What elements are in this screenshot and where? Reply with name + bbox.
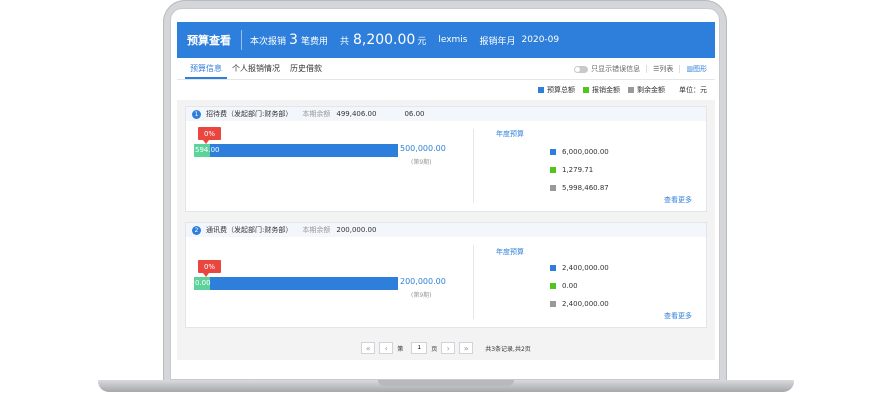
budget-card: 2 通讯费（发起部门:财务部） 本期余额 200,000.00 0% 0.00 … [185, 222, 707, 328]
annual-budget-label: 年度预算 [496, 130, 524, 138]
report-suffix: 笔费用 [300, 36, 328, 47]
last-page-button[interactable]: » [459, 342, 474, 354]
record-info: 共3条记录,共2页 [485, 345, 531, 353]
tab-loan-history[interactable]: 历史借款 [285, 63, 327, 79]
user-name: lexmis [438, 35, 468, 45]
period-label: 报销年月 [479, 36, 516, 47]
total-unit: 元 [417, 36, 427, 47]
report-prefix: 本次报销 [250, 36, 287, 47]
chart-view-icon[interactable]: ▥ [686, 65, 693, 73]
total-swatch [550, 265, 556, 271]
page-title: 预算查看 [187, 34, 231, 47]
error-only-label: 只显示错误信息 [591, 65, 641, 73]
view-more-link[interactable]: 查看更多 [664, 195, 692, 205]
remaining-swatch [550, 185, 556, 191]
budget-bar: 594.00 [194, 144, 398, 157]
tab-bar: 预算信息 个人报销情况 历史借款 只显示错误信息 ☰ 列表 ▥ 图形 [177, 58, 715, 80]
page-suffix: 页 [431, 345, 438, 353]
annual-remaining-value: 5,998,460.87 [562, 184, 609, 192]
annual-remaining: 2,400,000.00 [550, 300, 609, 308]
report-count: 3 [289, 32, 298, 48]
balance-label: 本期余额 [302, 110, 331, 118]
reimbursed-swatch [550, 167, 556, 173]
first-page-button[interactable]: « [361, 342, 376, 354]
total-swatch [550, 149, 556, 155]
budget-app: 预算查看 本次报销 3 笔费用 共 8,200.00 元 lexmis 报销年月… [177, 22, 715, 360]
balance-label: 本期余额 [302, 226, 331, 234]
legend-total-swatch [538, 87, 544, 93]
card-index: 1 [192, 109, 201, 119]
toolbar-divider [646, 65, 648, 73]
card-header: 1 招待费（发起部门:财务部） 本期余额 499,406.00 06.00 [186, 107, 706, 121]
card-body: 0% 0.00 200,000.00 (第9期) 年度预算 2,400,000.… [186, 237, 706, 327]
card-divider [473, 129, 474, 203]
period-number: (第9期) [411, 159, 432, 166]
budget-bar-fill: 594.00 [194, 144, 220, 157]
period-amount: 500,000.00 [400, 144, 446, 153]
annual-reimbursed: 1,279.71 [550, 166, 593, 174]
balance-value: 200,000.00 [336, 226, 377, 234]
annual-remaining-value: 2,400,000.00 [562, 300, 609, 308]
annual-reimbursed-value: 1,279.71 [562, 166, 594, 174]
annual-total: 2,400,000.00 [550, 264, 609, 272]
pagination: « ‹ 第 页 › » 共3条记录,共2页 [177, 339, 715, 357]
legend-reimbursed-label: 报销金额 [592, 86, 620, 94]
view-toolbar: 只显示错误信息 ☰ 列表 ▥ 图形 [574, 64, 707, 74]
tab-budget-info[interactable]: 预算信息 [185, 63, 227, 79]
annual-remaining: 5,998,460.87 [550, 184, 609, 192]
period-number: (第9期) [411, 292, 432, 299]
budget-bar: 0.00 [194, 277, 398, 290]
error-only-toggle[interactable] [574, 65, 589, 73]
card-divider [473, 245, 474, 319]
legend-total-label: 预算总额 [547, 86, 575, 94]
budget-bar-fill: 0.00 [194, 277, 211, 290]
legend-reimbursed-swatch [583, 87, 589, 93]
chart-view-button[interactable]: 图形 [693, 64, 707, 74]
annual-total: 6,000,000.00 [550, 148, 609, 156]
app-header: 预算查看 本次报销 3 笔费用 共 8,200.00 元 lexmis 报销年月… [177, 22, 715, 58]
card-name: 通讯费（发起部门:财务部） [206, 226, 293, 234]
tab-personal-reimbursement[interactable]: 个人报销情况 [227, 63, 285, 79]
list-view-button[interactable]: 列表 [659, 64, 673, 74]
card-header: 2 通讯费（发起部门:财务部） 本期余额 200,000.00 [186, 223, 706, 237]
annual-budget-label: 年度预算 [496, 248, 524, 256]
card-body: 0% 594.00 500,000.00 (第9期) 年度预算 6,000,00… [186, 121, 706, 211]
next-page-button[interactable]: › [441, 342, 456, 354]
period-amount: 200,000.00 [400, 277, 446, 286]
prev-page-button[interactable]: ‹ [379, 342, 394, 354]
percent-badge: 0% [198, 127, 221, 144]
percent-badge: 0% [198, 260, 221, 277]
legend-remaining-label: 剩余金额 [637, 86, 665, 94]
legend: 预算总额 报销金额 剩余金额 单位：元 [177, 80, 715, 100]
card-name: 招待费（发起部门:财务部） [206, 110, 293, 118]
total-amount: 8,200.00 [352, 32, 416, 48]
budget-card: 1 招待费（发起部门:财务部） 本期余额 499,406.00 06.00 0%… [185, 106, 707, 212]
page-number-input[interactable] [411, 342, 428, 354]
page-prefix: 第 [397, 345, 404, 353]
reimbursed-swatch [550, 283, 556, 289]
card-index: 2 [192, 225, 201, 235]
annual-reimbursed-value: 0.00 [562, 282, 578, 290]
annual-total-value: 6,000,000.00 [562, 148, 609, 156]
unit-label: 单位：元 [679, 86, 707, 94]
view-more-link[interactable]: 查看更多 [664, 311, 692, 321]
extra-value: 06.00 [404, 110, 425, 118]
period-value: 2020-09 [521, 35, 560, 45]
annual-total-value: 2,400,000.00 [562, 264, 609, 272]
remaining-swatch [550, 301, 556, 307]
laptop-notch [378, 380, 514, 386]
total-prefix: 共 [339, 36, 349, 47]
legend-remaining-swatch [628, 87, 634, 93]
toolbar-divider [679, 65, 681, 73]
header-divider [241, 30, 242, 50]
balance-value: 499,406.00 [336, 110, 377, 118]
annual-reimbursed: 0.00 [550, 282, 578, 290]
